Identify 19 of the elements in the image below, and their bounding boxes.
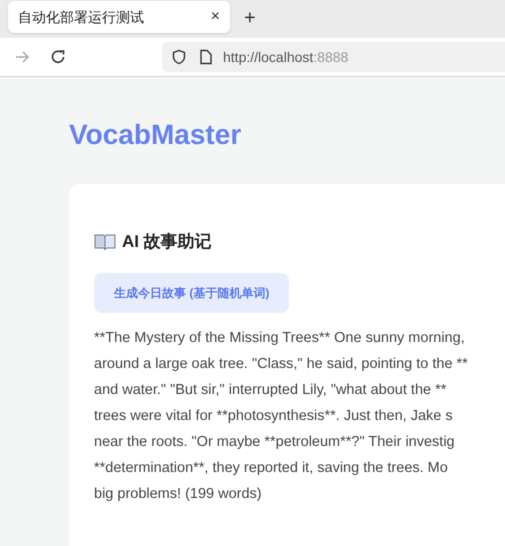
shield-icon[interactable]	[171, 49, 187, 65]
page-icon	[199, 49, 213, 65]
tab-title: 自动化部署运行测试	[18, 8, 144, 26]
close-tab-button[interactable]: ×	[210, 5, 220, 29]
new-tab-button[interactable]: +	[244, 8, 256, 28]
story-text-line: big problems! (199 words)	[94, 484, 263, 504]
reload-icon[interactable]	[50, 49, 66, 65]
story-text-line: trees were vital for **photosynthesis**. Just then, Jake s	[94, 406, 454, 426]
browser-tab[interactable]: 自动化部署运行测试 ×	[8, 1, 230, 33]
story-text-line: and water." "But sir," interrupted Lily, "what about the **	[94, 380, 448, 400]
story-text-line: near the roots. "Or maybe **petroleum**?" Their investig	[94, 432, 456, 452]
book-icon	[94, 232, 116, 251]
address-bar[interactable]: http://localhost:8888	[162, 42, 505, 72]
story-text-line: **The Mystery of the Missing Trees** One sunny morning,	[94, 328, 466, 348]
story-text-line: around a large oak tree. "Class," he said, pointing to the **	[94, 354, 469, 374]
url-text: http://localhost:8888	[223, 48, 348, 67]
story-text-line: **determination**, they reported it, saving the trees. Mo	[94, 458, 449, 478]
section-heading: AI 故事助记	[122, 231, 212, 253]
app-title: VocabMaster	[69, 118, 242, 152]
